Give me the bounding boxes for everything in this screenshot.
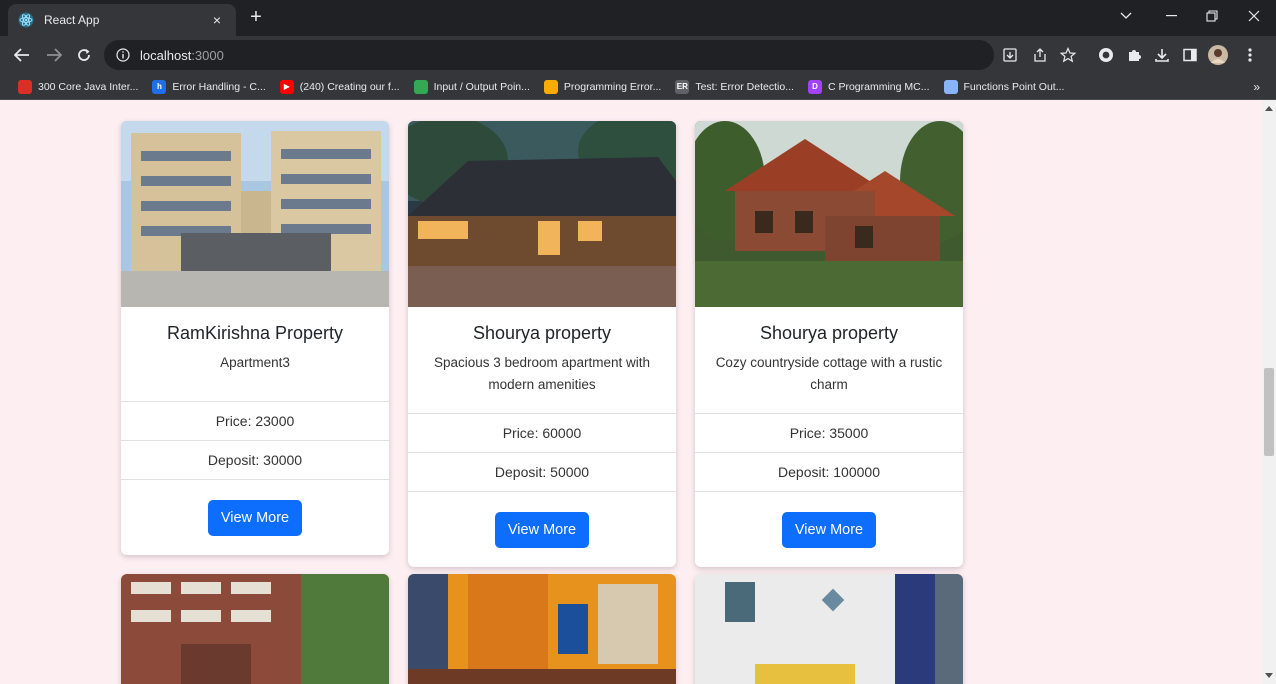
property-card-partial [408,574,676,684]
new-tab-button[interactable]: + [244,6,268,30]
property-card-partial [695,574,963,684]
browser-toolbar: localhost:3000 [0,36,1276,74]
chrome-menu-icon[interactable] [1240,45,1260,65]
card-footer: View More [695,491,963,567]
profile-avatar[interactable] [1208,45,1228,65]
bookmark-item[interactable]: ER Test: Error Detectio... [675,79,794,94]
bookmark-favicon-icon: ▶ [279,79,294,94]
property-title: Shourya property [759,323,899,343]
browser-tab[interactable]: React App × [8,4,236,36]
property-photo-house [408,121,676,307]
bookmark-item[interactable]: 300 Core Java Inter... [18,79,139,94]
bookmark-label: Error Handling - C... [172,80,266,93]
forward-arrow-icon[interactable] [42,43,66,67]
property-price: Price: 35000 [695,413,963,452]
bookmark-favicon-icon: D [807,79,822,94]
bookmark-favicon-icon [543,79,558,94]
bookmark-label: Test: Error Detectio... [695,80,794,93]
bookmark-star-icon[interactable] [1058,45,1078,65]
back-arrow-icon[interactable] [10,43,34,67]
url-port: :3000 [191,47,224,63]
property-deposit: Deposit: 50000 [408,452,676,491]
property-photo-brick-building [121,574,389,684]
property-description: Apartment3 [220,355,290,370]
minimize-icon[interactable] [1152,0,1192,32]
scroll-thumb[interactable] [1264,368,1274,456]
tab-title: React App [44,13,100,27]
bookmark-label: Functions Point Out... [963,80,1065,93]
bookmark-item[interactable]: Functions Point Out... [943,79,1065,94]
property-description: Cozy countryside cottage with a rustic c… [715,355,943,392]
restore-icon[interactable] [1192,0,1232,32]
info-icon[interactable] [116,48,130,62]
property-price: Price: 23000 [121,401,389,440]
bookmark-label: (240) Creating our f... [299,80,400,93]
scroll-down-arrow-icon[interactable] [1265,673,1273,678]
url-host: localhost [140,47,192,63]
bookmark-item[interactable]: ▶ (240) Creating our f... [279,79,400,94]
property-photo-apartment [121,121,389,307]
bookmark-item[interactable]: D C Programming MC... [807,79,930,94]
property-title: RamKirishna Property [166,323,344,343]
property-deposit: Deposit: 30000 [121,440,389,479]
bookmark-label: 300 Core Java Inter... [38,80,139,93]
side-panel-icon[interactable] [1180,45,1200,65]
bookmark-item[interactable]: Input / Output Poin... [413,79,530,94]
address-bar[interactable]: localhost:3000 [104,40,994,70]
share-icon[interactable] [1030,45,1050,65]
react-logo-icon [18,12,34,28]
property-photo-interior-orange [408,574,676,684]
close-window-icon[interactable] [1234,0,1274,32]
bookmark-favicon-icon: h [152,79,167,94]
download-icon[interactable] [1152,45,1172,65]
bookmark-label: Input / Output Poin... [433,80,530,93]
bookmark-item[interactable]: Programming Error... [543,79,662,94]
extensions-puzzle-icon[interactable] [1124,45,1144,65]
bookmark-label: Programming Error... [563,80,662,93]
card-footer: View More [121,479,389,555]
bookmark-label: C Programming MC... [827,80,930,93]
bookmark-favicon-icon: ER [675,79,690,94]
grammarly-extension-icon[interactable] [1096,45,1116,65]
bookmarks-overflow-icon[interactable]: » [1253,80,1260,94]
property-photo-cottage [695,121,963,307]
tab-close-icon[interactable]: × [208,12,226,28]
view-more-button[interactable]: View More [494,511,590,548]
property-description: Spacious 3 bedroom apartment with modern… [433,355,651,392]
bookmarks-bar: 300 Core Java Inter... h Error Handling - … [0,74,1276,100]
bookmark-item[interactable]: h Error Handling - C... [152,79,266,94]
property-card: Shourya property Spacious 3 bedroom apar… [408,121,676,567]
view-more-button[interactable]: View More [207,499,303,536]
property-price: Price: 60000 [408,413,676,452]
card-footer: View More [408,491,676,567]
bookmark-favicon-icon [413,79,428,94]
bookmark-favicon-icon [18,79,32,94]
reload-icon[interactable] [72,43,96,67]
property-photo-interior-bedroom [695,574,963,684]
property-card-partial [121,574,389,684]
bookmark-favicon-icon [943,79,958,94]
property-card: RamKirishna Property Apartment3 Price: 2… [121,121,389,555]
property-title: Shourya property [472,323,612,343]
tab-search-icon[interactable] [1106,0,1146,32]
property-card: Shourya property Cozy countryside cottag… [695,121,963,567]
install-app-icon[interactable] [1000,45,1020,65]
view-more-button[interactable]: View More [781,511,877,548]
property-deposit: Deposit: 100000 [695,452,963,491]
page-viewport: RamKirishna Property Apartment3 Price: 2… [0,100,1262,684]
vertical-scrollbar[interactable] [1262,100,1276,684]
tab-strip: React App × + [0,0,1276,36]
scroll-up-arrow-icon[interactable] [1265,106,1273,111]
